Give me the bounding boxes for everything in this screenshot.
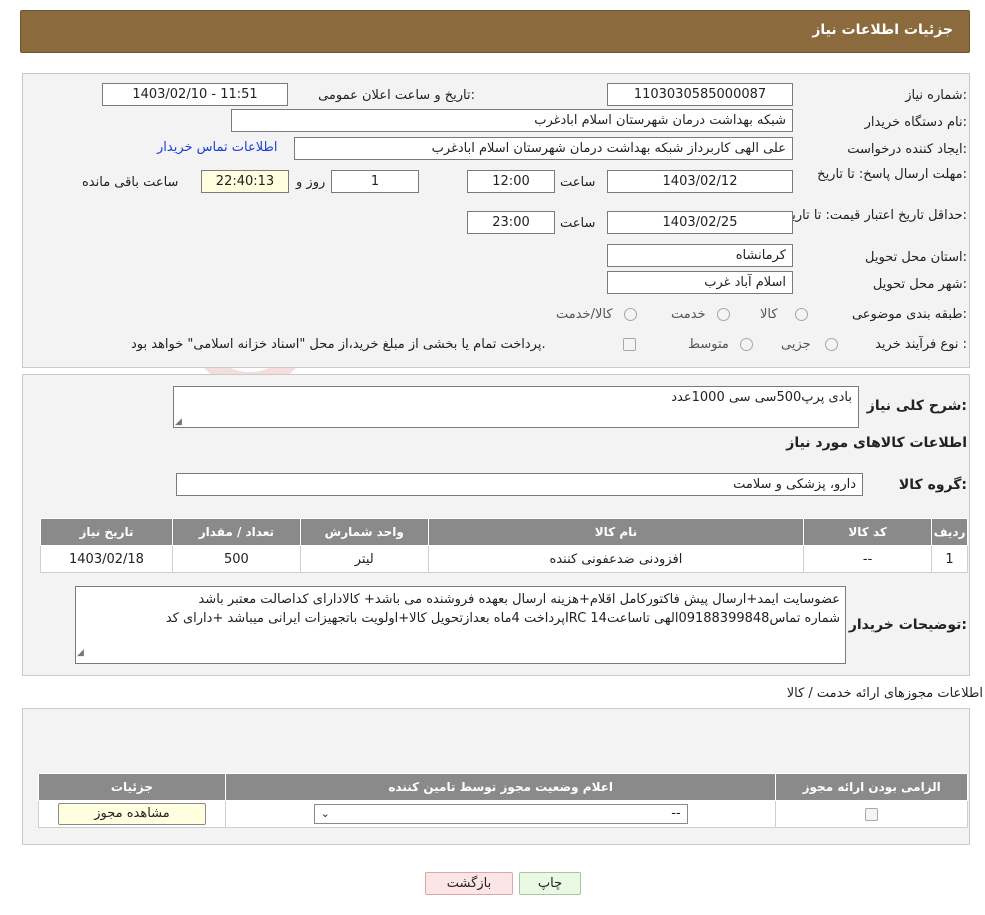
category-radio-service[interactable]: [717, 308, 730, 321]
cell-date: 1403/02/18: [40, 545, 173, 573]
cell-code: --: [803, 545, 933, 573]
city-field: اسلام آباد غرب: [607, 271, 793, 294]
description-text: بادی پرپ500سی سی 1000عدد: [671, 390, 852, 405]
resize-handle-icon[interactable]: ◢: [175, 417, 182, 427]
process-note: پرداخت تمام یا بخشی از مبلغ خرید،از محل …: [131, 337, 546, 352]
city-label: شهر محل تحویل:: [872, 277, 967, 292]
col-permit-details: جزئیات: [38, 773, 226, 801]
province-field: کرمانشاه: [607, 244, 793, 267]
back-button[interactable]: بازگشت: [425, 872, 513, 895]
col-qty: تعداد / مقدار: [171, 518, 301, 546]
col-permit-required: الزامی بودن ارائه مجوز: [775, 773, 968, 801]
table-row: 1 -- افزودنی ضدعفونی کننده لیتر 500 1403…: [40, 545, 968, 573]
page-title: جزئیات اطلاعات نیاز: [812, 22, 953, 38]
process-radio-medium[interactable]: [740, 338, 753, 351]
goods-group-label: گروه کالا:: [898, 477, 967, 493]
announce-field: 1403/02/10 - 11:51: [102, 83, 288, 106]
resize-handle-icon[interactable]: ◢: [77, 644, 84, 663]
permits-section-title: اطلاعات مجوزهای ارائه خدمت / کالا: [786, 686, 983, 701]
goods-section-title: اطلاعات کالاهای مورد نیاز: [786, 435, 967, 451]
remaining-time-field: 22:40:13: [201, 170, 289, 193]
buyer-notes-line-1: عضوسایت ایمد+ارسال پیش فاکتورکامل اقلام+…: [198, 592, 840, 607]
description-textarea[interactable]: بادی پرپ500سی سی 1000عدد ◢: [173, 386, 859, 428]
treasury-checkbox[interactable]: [623, 338, 636, 351]
col-name: نام کالا: [427, 518, 805, 546]
deadline-time-label: ساعت: [560, 175, 596, 190]
buyer-contact-link[interactable]: اطلاعات تماس خریدار: [157, 140, 277, 155]
col-unit: واحد شمارش: [299, 518, 429, 546]
permit-required-checkbox[interactable]: [865, 807, 879, 821]
print-button[interactable]: چاپ: [519, 872, 581, 895]
validity-time-field: 23:00: [467, 211, 555, 234]
validity-label: حداقل تاریخ اعتبار قیمت: تا تاریخ:: [783, 208, 967, 223]
view-permit-button[interactable]: مشاهده مجوز: [57, 803, 206, 825]
cell-qty: 500: [171, 545, 301, 573]
remaining-label: ساعت باقی مانده: [82, 175, 179, 190]
permits-table: الزامی بودن ارائه مجوز اعلام وضعیت مجوز …: [38, 773, 968, 828]
col-date: تاریخ نیاز: [40, 518, 173, 546]
permit-status-value: --: [671, 806, 681, 821]
need-number-label: شماره نیاز:: [905, 88, 967, 103]
cell-unit: لیتر: [299, 545, 429, 573]
process-radio-minor[interactable]: [825, 338, 838, 351]
need-number-field: 1103030585000087: [607, 83, 793, 106]
cell-name: افزودنی ضدعفونی کننده: [427, 545, 805, 573]
cell-permit-required: [775, 800, 968, 828]
col-code: کد کالا: [803, 518, 933, 546]
validity-time-label: ساعت: [560, 216, 596, 231]
category-option-goods: کالا: [760, 307, 778, 322]
buyer-notes-textarea[interactable]: عضوسایت ایمد+ارسال پیش فاکتورکامل اقلام+…: [75, 586, 846, 664]
cell-row: 1: [931, 545, 968, 573]
process-label: نوع فرآیند خرید :: [875, 337, 967, 352]
description-label: شرح کلی نیاز:: [866, 398, 967, 414]
cell-permit-details: مشاهده مجوز: [38, 800, 226, 828]
permits-table-header: الزامی بودن ارائه مجوز اعلام وضعیت مجوز …: [38, 773, 968, 801]
category-label: طبقه بندی موضوعی:: [851, 307, 967, 322]
deadline-time-field: 12:00: [467, 170, 555, 193]
permit-status-select[interactable]: -- ⌄: [313, 804, 688, 824]
process-option-minor: جزیی: [781, 337, 811, 352]
deadline-label: مهلت ارسال پاسخ: تا تاریخ:: [817, 167, 967, 182]
goods-table-header: ردیف کد کالا نام کالا واحد شمارش تعداد /…: [40, 518, 968, 546]
validity-date-field: 1403/02/25: [607, 211, 793, 234]
table-row: -- ⌄ مشاهده مجوز: [38, 800, 968, 828]
deadline-date-field: 1403/02/12: [607, 170, 793, 193]
category-radio-goods[interactable]: [795, 308, 808, 321]
buyer-org-field: شبکه بهداشت درمان شهرستان اسلام ابادغرب: [231, 109, 793, 132]
category-radio-goods-service[interactable]: [624, 308, 637, 321]
chevron-down-icon: ⌄: [320, 807, 330, 820]
col-row: ردیف: [931, 518, 968, 546]
announce-label: تاریخ و ساعت اعلان عمومی:: [318, 88, 475, 103]
process-option-medium: متوسط: [688, 337, 729, 352]
buyer-notes-line-2: پرداخت 4ماه بعدازتحویل کالا+اولویت باتجه…: [165, 611, 840, 626]
page-header: جزئیات اطلاعات نیاز: [20, 10, 970, 53]
buyer-notes-label: توضیحات خریدار:: [848, 617, 967, 633]
col-permit-status: اعلام وضعیت مجوز توسط تامین کننده: [224, 773, 777, 801]
category-option-service: خدمت: [671, 307, 706, 322]
days-label: روز و: [296, 175, 326, 190]
goods-table: ردیف کد کالا نام کالا واحد شمارش تعداد /…: [40, 518, 968, 573]
buyer-org-label: نام دستگاه خریدار:: [864, 115, 967, 130]
creator-field: علی الهی کاربرداز شبکه بهداشت درمان شهرس…: [294, 137, 793, 160]
category-option-goods-service: کالا/خدمت: [556, 307, 613, 322]
cell-permit-status: -- ⌄: [224, 800, 777, 828]
province-label: استان محل تحویل:: [865, 250, 967, 265]
creator-label: ایجاد کننده درخواست:: [847, 142, 967, 157]
days-field: 1: [331, 170, 419, 193]
goods-group-field: دارو، پزشکی و سلامت: [176, 473, 863, 496]
